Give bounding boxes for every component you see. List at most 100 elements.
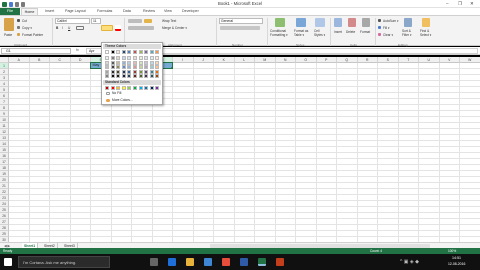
borders-icon[interactable] <box>76 26 84 30</box>
theme-color-swatch[interactable] <box>149 50 154 54</box>
restore-button[interactable]: ❐ <box>458 1 462 7</box>
theme-color-swatch[interactable] <box>144 65 149 69</box>
theme-color-swatch[interactable] <box>138 50 143 54</box>
theme-color-swatch[interactable] <box>149 69 154 74</box>
theme-color-swatch[interactable] <box>155 56 160 60</box>
column-header-B[interactable]: B <box>29 57 50 63</box>
theme-color-swatch[interactable] <box>155 65 160 69</box>
chrome-icon[interactable] <box>222 258 230 266</box>
clock-date[interactable]: 12-08-2016 <box>448 262 465 266</box>
font-name-select[interactable]: Calibri <box>55 18 90 24</box>
theme-color-swatch[interactable] <box>121 50 126 54</box>
theme-color-swatch[interactable] <box>116 65 121 69</box>
theme-color-swatch[interactable] <box>127 65 132 69</box>
cortana-search-box[interactable]: I'm Cortana. Ask me anything. <box>18 256 110 268</box>
theme-color-swatch[interactable] <box>121 56 126 60</box>
theme-color-swatch[interactable] <box>127 56 132 60</box>
close-button[interactable]: ✕ <box>470 1 474 7</box>
column-header-D[interactable]: D <box>70 57 91 63</box>
format-cells-icon[interactable] <box>362 18 370 27</box>
tab-developer[interactable]: Developer <box>182 9 199 13</box>
standard-color-swatch[interactable] <box>127 86 132 90</box>
find-select-icon[interactable] <box>422 18 430 27</box>
theme-color-swatch[interactable] <box>127 50 132 54</box>
theme-color-swatch[interactable] <box>127 69 132 74</box>
theme-color-swatch[interactable] <box>105 60 109 65</box>
theme-color-swatch[interactable] <box>138 65 143 69</box>
italic-button[interactable]: I <box>62 26 63 30</box>
theme-color-swatch[interactable] <box>105 65 109 69</box>
column-header-I[interactable]: I <box>173 57 194 63</box>
tab-view[interactable]: View <box>164 9 172 13</box>
tab-formulas[interactable]: Formulas <box>97 9 112 13</box>
font-size-select[interactable]: 11 <box>91 18 101 24</box>
theme-color-swatch[interactable] <box>105 69 109 74</box>
column-header-M[interactable]: M <box>255 57 276 63</box>
theme-color-swatch[interactable] <box>116 74 121 78</box>
theme-color-swatch[interactable] <box>127 74 132 78</box>
theme-color-swatch[interactable] <box>105 74 109 78</box>
font-color-icon[interactable] <box>115 25 121 31</box>
tab-home[interactable]: Home <box>21 8 38 15</box>
zoom-level[interactable]: 100% <box>448 249 456 253</box>
theme-color-swatch[interactable] <box>121 65 126 69</box>
format-button[interactable]: Format <box>360 30 370 34</box>
bold-button[interactable]: B <box>56 26 58 30</box>
file-explorer-icon[interactable] <box>186 258 194 266</box>
column-header-K[interactable]: K <box>214 57 235 63</box>
fx-icon[interactable]: fx <box>76 48 79 52</box>
powerpoint-icon[interactable] <box>276 258 284 266</box>
paste-button[interactable]: Paste <box>4 33 12 37</box>
column-header-Q[interactable]: Q <box>337 57 358 63</box>
minimize-button[interactable]: – <box>446 1 449 6</box>
column-header-L[interactable]: L <box>234 57 255 63</box>
column-header-S[interactable]: S <box>378 57 399 63</box>
store-icon[interactable] <box>204 258 212 266</box>
theme-color-swatch[interactable] <box>110 69 115 74</box>
theme-color-swatch[interactable] <box>149 74 154 78</box>
theme-color-swatch[interactable] <box>133 60 137 65</box>
theme-color-swatch[interactable] <box>110 60 115 65</box>
standard-color-swatch[interactable] <box>149 86 154 90</box>
theme-color-swatch[interactable] <box>133 65 137 69</box>
column-header-U[interactable]: U <box>419 57 440 63</box>
standard-color-swatch[interactable] <box>121 86 126 90</box>
theme-color-swatch[interactable] <box>138 56 143 60</box>
theme-color-swatch[interactable] <box>121 60 126 65</box>
edge-icon[interactable] <box>168 258 176 266</box>
sort-filter-button[interactable]: Sort & Filter ▾ <box>402 29 416 37</box>
system-tray-icons[interactable]: ^ ▣ ◈ ◆ <box>400 259 419 265</box>
theme-color-swatch[interactable] <box>133 50 137 54</box>
column-header-V[interactable]: V <box>439 57 460 63</box>
cut-button[interactable]: Cut <box>22 19 27 23</box>
orientation-icon[interactable] <box>144 19 152 23</box>
theme-color-swatch[interactable] <box>144 56 149 60</box>
column-header-W[interactable]: W <box>460 57 480 63</box>
theme-color-swatch[interactable] <box>144 60 149 65</box>
column-header-R[interactable]: R <box>357 57 378 63</box>
theme-color-swatch[interactable] <box>116 56 121 60</box>
standard-color-swatch[interactable] <box>155 86 160 90</box>
align-horizontal-icon[interactable] <box>128 26 154 30</box>
theme-color-swatch[interactable] <box>149 60 154 65</box>
tab-page-layout[interactable]: Page Layout <box>65 9 86 13</box>
standard-color-swatch[interactable] <box>144 86 149 90</box>
theme-color-swatch[interactable] <box>116 50 121 54</box>
conditional-formatting-button[interactable]: Conditional Formatting ▾ <box>270 29 292 37</box>
theme-color-swatch[interactable] <box>127 60 132 65</box>
theme-color-swatch[interactable] <box>133 69 137 74</box>
number-format-select[interactable]: General <box>219 18 263 24</box>
theme-color-swatch[interactable] <box>144 74 149 78</box>
theme-color-swatch[interactable] <box>144 69 149 74</box>
autosum-button[interactable]: AutoSum ▾ <box>383 19 399 23</box>
task-view-icon[interactable] <box>150 258 158 266</box>
insert-button[interactable]: Insert <box>334 30 342 34</box>
theme-color-swatch[interactable] <box>105 56 109 60</box>
theme-color-swatch[interactable] <box>116 60 121 65</box>
worksheet-grid[interactable]: ABCDEFGHIJKLMNOPQRSTUVW12345678910111213… <box>0 57 480 242</box>
number-format-buttons[interactable] <box>220 26 260 30</box>
theme-color-swatch[interactable] <box>155 69 160 74</box>
clock-time[interactable]: 14:51 <box>452 256 461 260</box>
theme-color-swatch[interactable] <box>133 56 137 60</box>
tab-file[interactable]: File <box>0 8 20 15</box>
